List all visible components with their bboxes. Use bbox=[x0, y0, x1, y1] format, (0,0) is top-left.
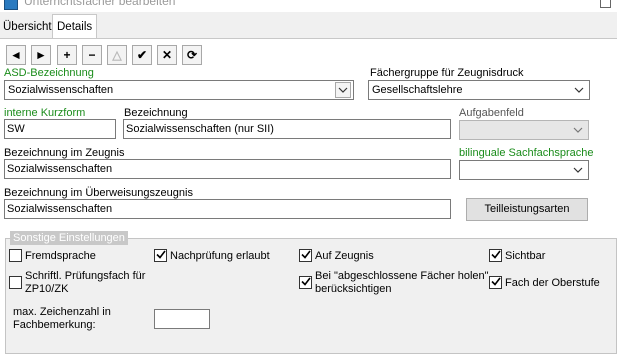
app-icon bbox=[4, 0, 18, 10]
settings-group-title: Sonstige Einstellungen bbox=[10, 231, 128, 245]
chevron-down-icon[interactable] bbox=[571, 82, 587, 98]
check-icon bbox=[155, 250, 166, 262]
asd-label: ASD-Bezeichnung bbox=[4, 67, 94, 79]
sichtbar-checkbox[interactable] bbox=[489, 249, 502, 262]
triangle-right-icon: ► bbox=[35, 48, 47, 62]
plus-icon: + bbox=[63, 48, 71, 62]
minus-icon: − bbox=[88, 48, 96, 62]
schriftl-label-line2: ZP10/ZK bbox=[25, 283, 69, 295]
tab-details[interactable]: Details bbox=[52, 14, 98, 39]
prior-record-button[interactable]: ◄ bbox=[6, 45, 26, 65]
maxzeichen-label-line2: Fachbemerkung: bbox=[13, 319, 96, 331]
cancel-record-button[interactable]: ✕ bbox=[157, 45, 177, 65]
nachpruefung-label: Nachprüfung erlaubt bbox=[170, 250, 270, 262]
aufgabenfeld-label: Aufgabenfeld bbox=[459, 107, 524, 119]
schriftl-checkbox[interactable] bbox=[9, 276, 22, 289]
maxzeichen-field[interactable] bbox=[154, 309, 210, 329]
check-icon bbox=[490, 250, 501, 262]
bilingual-combobox[interactable] bbox=[459, 160, 589, 180]
asd-value: Sozialwissenschaften bbox=[8, 84, 114, 96]
ueberweisung-field[interactable]: Sozialwissenschaften bbox=[4, 199, 451, 219]
teilleistungsarten-button[interactable]: Teilleistungsarten bbox=[466, 198, 588, 221]
post-record-button[interactable]: ✔ bbox=[132, 45, 152, 65]
faechergruppe-value: Gesellschaftslehre bbox=[372, 84, 463, 96]
triangle-up-icon: △ bbox=[112, 48, 122, 62]
chevron-down-icon[interactable] bbox=[570, 122, 586, 138]
check-icon: ✔ bbox=[136, 48, 148, 62]
zeugnis-label: Bezeichnung im Zeugnis bbox=[4, 147, 125, 159]
insert-record-button[interactable]: + bbox=[57, 45, 77, 65]
asd-combobox[interactable]: Sozialwissenschaften bbox=[4, 80, 354, 100]
schriftl-label-line1: Schriftl. Prüfungsfach für bbox=[25, 270, 146, 282]
check-icon bbox=[300, 277, 311, 289]
maxzeichen-label-line1: max. Zeichenzahl in bbox=[13, 306, 111, 318]
ueberweisung-label: Bezeichnung im Überweisungszeugnis bbox=[4, 187, 193, 199]
nachpruefung-checkbox[interactable] bbox=[154, 249, 167, 262]
check-icon bbox=[490, 277, 501, 289]
title-bar: Unterrichtsfächer bearbeiten bbox=[0, 0, 617, 12]
aufzeugnis-label: Auf Zeugnis bbox=[315, 250, 374, 262]
aufzeugnis-checkbox[interactable] bbox=[299, 249, 312, 262]
oberstufe-label: Fach der Oberstufe bbox=[505, 277, 600, 289]
oberstufe-checkbox[interactable] bbox=[489, 276, 502, 289]
tab-uebersicht[interactable]: Übersicht bbox=[0, 18, 55, 36]
faechergruppe-combobox[interactable]: Gesellschaftslehre bbox=[368, 80, 590, 100]
abgeschlossen-label-line1: Bei "abgeschlossene Fächer holen" bbox=[315, 270, 489, 282]
triangle-left-icon: ◄ bbox=[10, 48, 22, 62]
fremdsprache-label: Fremdsprache bbox=[25, 250, 96, 262]
delete-record-button[interactable]: − bbox=[82, 45, 102, 65]
abgeschlossen-checkbox[interactable] bbox=[299, 276, 312, 289]
next-record-button[interactable]: ► bbox=[31, 45, 51, 65]
edit-record-button[interactable]: △ bbox=[107, 45, 127, 65]
bezeichnung-label: Bezeichnung bbox=[124, 107, 188, 119]
fremdsprache-checkbox[interactable] bbox=[9, 249, 22, 262]
refresh-record-button[interactable]: ⟳ bbox=[182, 45, 202, 65]
chevron-down-icon[interactable] bbox=[570, 162, 586, 178]
sichtbar-label: Sichtbar bbox=[505, 250, 546, 262]
window-title: Unterrichtsfächer bearbeiten bbox=[24, 0, 176, 8]
close-icon: ✕ bbox=[161, 48, 173, 62]
chevron-down-icon[interactable] bbox=[335, 82, 351, 98]
refresh-icon: ⟳ bbox=[186, 48, 198, 62]
zeugnis-field[interactable]: Sozialwissenschaften bbox=[4, 159, 451, 179]
abgeschlossen-label-line2: berücksichtigen bbox=[315, 283, 392, 295]
bilingual-label: bilinguale Sachfachsprache bbox=[459, 147, 594, 159]
faechergruppe-label: Fächergruppe für Zeugnisdruck bbox=[370, 67, 524, 79]
maximize-icon[interactable] bbox=[600, 0, 611, 8]
check-icon bbox=[300, 250, 311, 262]
aufgabenfeld-combobox[interactable] bbox=[459, 120, 589, 140]
bezeichnung-field[interactable]: Sozialwissenschaften (nur SII) bbox=[123, 119, 451, 139]
kurzform-label: interne Kurzform bbox=[4, 107, 86, 119]
kurzform-field[interactable]: SW bbox=[4, 119, 116, 139]
